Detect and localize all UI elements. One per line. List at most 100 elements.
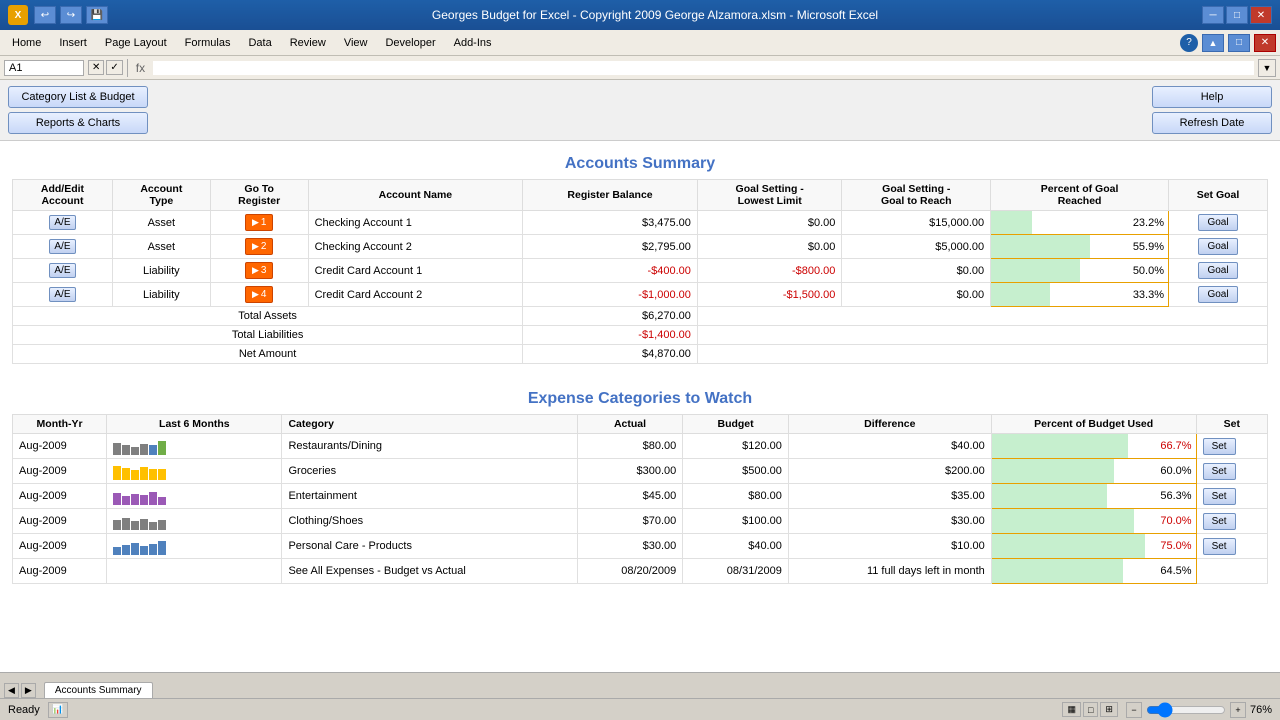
net-amount-label: Net Amount	[13, 345, 523, 364]
confirm-formula-btn[interactable]: ✓	[106, 60, 122, 75]
percent-goal-3: 33.3%	[991, 286, 1168, 304]
category-list-budget-btn[interactable]: Category List & Budget	[8, 86, 148, 108]
account-name-3: Credit Card Account 2	[308, 283, 523, 307]
tab-scroll-right[interactable]: ▶	[21, 683, 36, 698]
expense-row: Aug-2009 Personal Care - Products $30.00…	[13, 534, 1268, 559]
account-name-2: Credit Card Account 1	[308, 259, 523, 283]
expense-chart-1	[107, 459, 282, 484]
expense-chart-4	[107, 534, 282, 559]
account-row: A/E Liability ▶ 4 Credit Card Account 2 …	[13, 283, 1268, 307]
content-area: Accounts Summary Add/Edit Account Accoun…	[0, 141, 1280, 588]
expense-actual-3: $70.00	[577, 509, 683, 534]
total-assets-value: $6,270.00	[523, 307, 698, 326]
expense-month-0: Aug-2009	[13, 434, 107, 459]
menu-formulas[interactable]: Formulas	[177, 35, 239, 51]
refresh-date-btn[interactable]: Refresh Date	[1152, 112, 1272, 134]
cancel-formula-btn[interactable]: ✕	[88, 60, 104, 75]
expense-category-3: Clothing/Shoes	[282, 509, 577, 534]
set-btn-3[interactable]: Set	[1203, 513, 1236, 530]
normal-view-btn[interactable]: ▦	[1062, 702, 1081, 717]
register-btn-3[interactable]: ▶ 4	[245, 286, 273, 303]
reports-charts-btn[interactable]: Reports & Charts	[8, 112, 148, 134]
goal-button-3[interactable]: Goal	[1198, 286, 1237, 303]
total-assets-label: Total Assets	[13, 307, 523, 326]
account-row: A/E Asset ▶ 2 Checking Account 2 $2,795.…	[13, 235, 1268, 259]
status-icon[interactable]: 📊	[48, 702, 68, 718]
spreadsheet: Accounts Summary Add/Edit Account Accoun…	[0, 141, 1280, 672]
menu-addins[interactable]: Add-Ins	[446, 35, 500, 51]
menu-review[interactable]: Review	[282, 35, 334, 51]
register-btn-0[interactable]: ▶ 1	[245, 214, 273, 231]
save-btn[interactable]: 💾	[86, 6, 108, 24]
tab-scroll-left[interactable]: ◀	[4, 683, 19, 698]
register-btn-1[interactable]: ▶ 2	[245, 238, 273, 255]
page-layout-btn[interactable]: □	[1083, 702, 1098, 717]
set-btn-0[interactable]: Set	[1203, 438, 1236, 455]
menu-home[interactable]: Home	[4, 35, 49, 51]
expense-percent-1: 60.0%	[992, 462, 1196, 480]
help-btn[interactable]: Help	[1152, 86, 1272, 108]
zoom-in-btn[interactable]: +	[1230, 702, 1246, 718]
window-restore-btn[interactable]: □	[1228, 34, 1250, 52]
expense-category-0: Restaurants/Dining	[282, 434, 577, 459]
ribbon-minimize-btn[interactable]: ▲	[1202, 34, 1224, 52]
balance-1: $2,795.00	[523, 235, 698, 259]
zoom-level: 76%	[1250, 704, 1272, 716]
redo-btn[interactable]: ↪	[60, 6, 82, 24]
menu-insert[interactable]: Insert	[51, 35, 95, 51]
expense-table: Month-Yr Last 6 Months Category Actual B…	[12, 414, 1268, 584]
expense-chart-2	[107, 484, 282, 509]
excel-icon: X	[8, 5, 28, 25]
button-area: Category List & Budget Reports & Charts …	[0, 80, 1280, 141]
goal-button-0[interactable]: Goal	[1198, 214, 1237, 231]
expense-chart-0	[107, 434, 282, 459]
expense-actual-2: $45.00	[577, 484, 683, 509]
goal-button-2[interactable]: Goal	[1198, 262, 1237, 279]
goal-button-1[interactable]: Goal	[1198, 238, 1237, 255]
ae-button-1[interactable]: A/E	[49, 239, 75, 254]
cell-reference[interactable]: A1	[4, 60, 84, 76]
lowest-1: $0.00	[697, 235, 842, 259]
expense-month-1: Aug-2009	[13, 459, 107, 484]
account-type-2: Liability	[112, 259, 210, 283]
set-btn-2[interactable]: Set	[1203, 488, 1236, 505]
ae-button-2[interactable]: A/E	[49, 263, 75, 278]
title-bar: X ↩ ↪ 💾 Georges Budget for Excel - Copyr…	[0, 0, 1280, 30]
main-content: Category List & Budget Reports & Charts …	[0, 80, 1280, 672]
register-btn-2[interactable]: ▶ 3	[245, 262, 273, 279]
expand-formula-btn[interactable]: ▼	[1258, 59, 1276, 77]
formula-input[interactable]	[153, 61, 1254, 75]
expense-budget-0: $120.00	[683, 434, 789, 459]
account-row: A/E Liability ▶ 3 Credit Card Account 1 …	[13, 259, 1268, 283]
menu-data[interactable]: Data	[240, 35, 279, 51]
set-btn-1[interactable]: Set	[1203, 463, 1236, 480]
header-percent-goal: Percent of Goal Reached	[991, 180, 1169, 211]
menu-bar: Home Insert Page Layout Formulas Data Re…	[0, 30, 1280, 56]
accounts-table: Add/Edit Account Account Type Go To Regi…	[12, 179, 1268, 364]
lowest-2: -$800.00	[697, 259, 842, 283]
set-btn-4[interactable]: Set	[1203, 538, 1236, 555]
restore-btn[interactable]: □	[1226, 6, 1248, 24]
expense-percent-3: 70.0%	[992, 512, 1196, 530]
undo-btn[interactable]: ↩	[34, 6, 56, 24]
ae-button-3[interactable]: A/E	[49, 287, 75, 302]
close-btn[interactable]: ✕	[1250, 6, 1272, 24]
expense-difference-4: $10.00	[788, 534, 991, 559]
menu-view[interactable]: View	[336, 35, 376, 51]
minimize-btn[interactable]: ─	[1202, 6, 1224, 24]
zoom-out-btn[interactable]: −	[1126, 702, 1142, 718]
ae-button-0[interactable]: A/E	[49, 215, 75, 230]
expense-row: Aug-2009 Clothing/Shoes $70.00 $100.00 $…	[13, 509, 1268, 534]
expense-row: Aug-2009 See All Expenses - Budget vs Ac…	[13, 559, 1268, 584]
help-icon[interactable]: ?	[1180, 34, 1198, 52]
expense-month-4: Aug-2009	[13, 534, 107, 559]
page-break-btn[interactable]: ⊞	[1100, 702, 1118, 717]
window-close-btn[interactable]: ✕	[1254, 34, 1276, 52]
header-add-edit: Add/Edit Account	[13, 180, 113, 211]
zoom-slider[interactable]	[1146, 702, 1226, 718]
menu-page-layout[interactable]: Page Layout	[97, 35, 175, 51]
sheet-tab-summary[interactable]: Accounts Summary	[44, 682, 153, 698]
status-right: ▦ □ ⊞ − + 76%	[1062, 702, 1272, 718]
menu-developer[interactable]: Developer	[377, 35, 443, 51]
expense-chart-5	[107, 559, 282, 584]
